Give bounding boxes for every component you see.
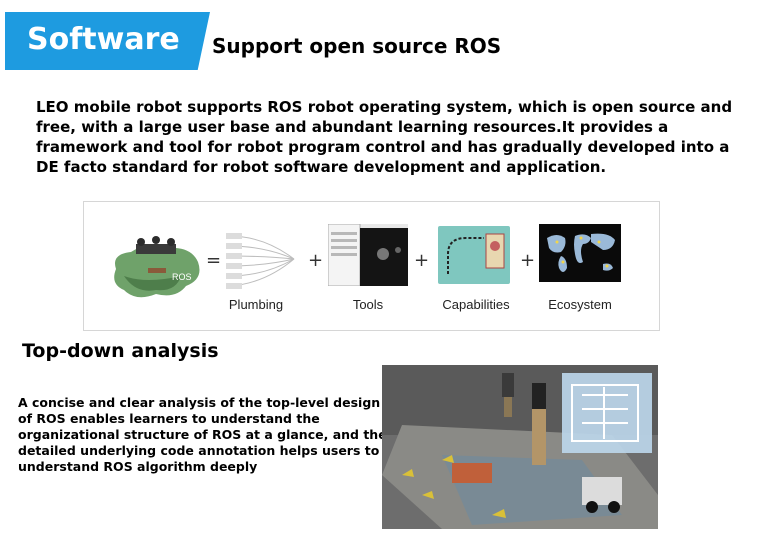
- ros-island-label: ROS: [172, 272, 192, 282]
- intro-paragraph: LEO mobile robot supports ROS robot oper…: [36, 98, 733, 176]
- ecosystem-label: Ecosystem: [548, 297, 612, 312]
- robot-lab-photo: [382, 365, 658, 529]
- tools-label: Tools: [352, 297, 384, 312]
- plumbing-label: Plumbing: [228, 297, 284, 312]
- section-subtitle: Support open source ROS: [212, 34, 502, 58]
- software-badge: Software: [5, 12, 210, 70]
- capabilities-image: Capabilities: [436, 224, 516, 312]
- plus-sign-1: +: [308, 250, 324, 271]
- tools-image: Tools: [327, 223, 408, 312]
- ecosystem-image: Ecosystem: [539, 224, 621, 312]
- capabilities-label: Capabilities: [442, 297, 510, 312]
- plumbing-image: Plumbing: [224, 224, 299, 312]
- plus-sign-2: +: [414, 250, 430, 271]
- ros-island-image: ROS: [106, 224, 206, 309]
- analysis-paragraph: A concise and clear analysis of the top-…: [18, 395, 387, 474]
- ros-diagram: ROS = Plumbing + Tools + Capabilities + …: [83, 201, 660, 331]
- badge-title: Software: [27, 22, 180, 57]
- equals-sign: =: [206, 250, 222, 271]
- plus-sign-3: +: [520, 250, 536, 271]
- analysis-title: Top-down analysis: [22, 340, 219, 362]
